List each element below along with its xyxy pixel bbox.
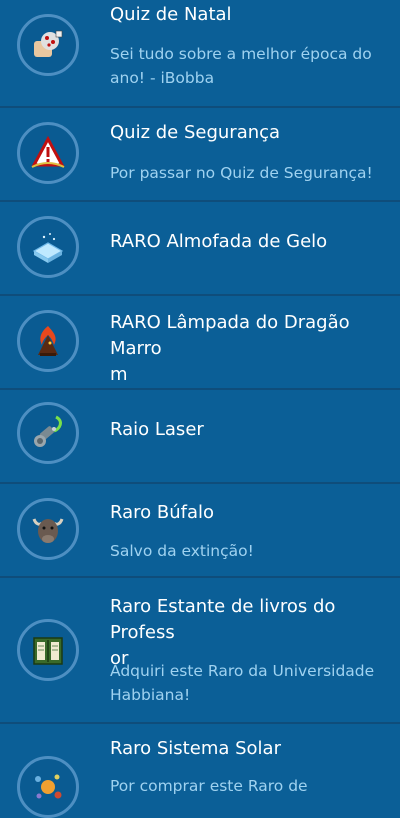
warning-shield-icon [17, 122, 79, 184]
badge-title: Raio Laser [110, 419, 204, 440]
badge-title: RARO Almofada de Gelo [110, 231, 328, 252]
badge-title: Raro Búfalo [110, 502, 215, 523]
solar-system-icon [17, 756, 79, 818]
badge-description: Salvo da extinção! [110, 542, 254, 560]
bookshelf-icon [17, 619, 79, 681]
badge-description: Por comprar este Raro de [110, 777, 308, 795]
badge-description: Sei tudo sobre a melhor época do ano! - … [110, 45, 372, 87]
badge-title: RARO Lâmpada do Dragão Marro m [110, 312, 350, 385]
dice-hand-icon [17, 14, 79, 76]
dragon-lamp-icon [17, 310, 79, 372]
ice-cushion-icon [17, 216, 79, 278]
badge-description: Por passar no Quiz de Segurança! [110, 164, 373, 182]
list-item[interactable]: Raio Laser [0, 390, 400, 482]
list-item[interactable]: RARO Lâmpada do Dragão Marro m [0, 296, 400, 388]
laser-icon [17, 402, 79, 464]
badge-title: Raro Sistema Solar [110, 738, 281, 759]
list-item[interactable]: RARO Almofada de Gelo [0, 202, 400, 294]
badge-title: Quiz de Segurança [110, 122, 281, 143]
list-item[interactable]: Raro Sistema Solar Por comprar este Raro… [0, 724, 400, 818]
list-item[interactable]: Quiz de Natal Sei tudo sobre a melhor ép… [0, 0, 400, 106]
badge-description: Adquiri este Raro da Universidade Habbia… [110, 662, 375, 704]
list-item[interactable]: Raro Búfalo Salvo da extinção! [0, 484, 400, 576]
list-item[interactable]: Raro Estante de livros do Profess or Adq… [0, 578, 400, 722]
buffalo-icon [17, 498, 79, 560]
list-item[interactable]: Quiz de Segurança Por passar no Quiz de … [0, 108, 400, 200]
badge-list: Quiz de Natal Sei tudo sobre a melhor ép… [0, 0, 400, 818]
badge-title: Quiz de Natal [110, 4, 232, 25]
